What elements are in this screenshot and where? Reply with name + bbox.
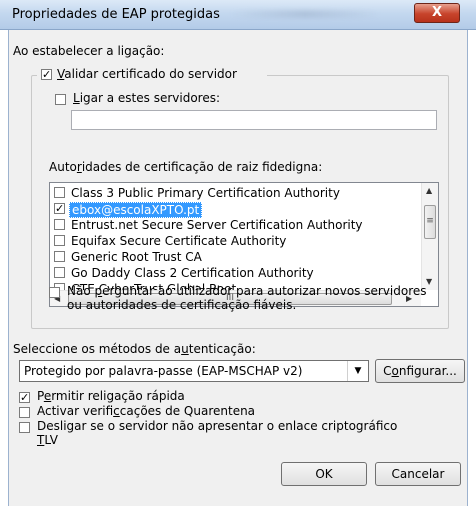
fast-reconnect-checkbox[interactable]: ✓ <box>19 392 30 403</box>
chevron-down-icon[interactable]: ▼ <box>347 361 368 381</box>
list-item-checkbox[interactable] <box>54 251 65 262</box>
connect-servers-checkbox[interactable] <box>55 94 66 105</box>
auth-heading: Seleccione os métodos de autenticação: <box>13 342 256 356</box>
validate-cert-checkbox[interactable]: ✓ <box>41 69 52 80</box>
list-item[interactable]: Generic Root Trust CA <box>54 249 414 265</box>
configure-button[interactable]: Configurar... <box>375 359 465 383</box>
list-item[interactable]: Entrust.net Secure Server Certification … <box>54 217 414 233</box>
disconnect-tlv-checkbox[interactable] <box>19 422 30 433</box>
disconnect-tlv-label-line2: TLV <box>37 433 58 447</box>
scroll-down-icon[interactable]: ▼ <box>426 277 432 286</box>
list-item-checkbox[interactable] <box>54 235 65 246</box>
title-bar[interactable]: Propriedades de EAP protegidas X <box>0 0 476 30</box>
list-item-checkbox[interactable] <box>54 267 65 278</box>
vertical-scrollbar[interactable]: ▲ ≡ ▼ <box>421 183 438 290</box>
list-item[interactable]: Class 3 Public Primary Certification Aut… <box>54 185 414 201</box>
list-item-checkbox[interactable] <box>54 187 65 198</box>
list-item-checkbox[interactable]: ✓ <box>54 203 65 214</box>
auth-method-select[interactable]: Protegido por palavra-passe (EAP-MSCHAP … <box>19 360 369 382</box>
window-title: Propriedades de EAP protegidas <box>12 7 220 22</box>
no-prompt-checkbox[interactable] <box>49 287 60 298</box>
disconnect-tlv-label-line1: Desligar se o servidor não apresentar o … <box>37 419 398 433</box>
list-item-checkbox[interactable] <box>54 219 65 230</box>
cancel-button[interactable]: Cancelar <box>375 462 461 486</box>
no-prompt-label-line1: Não perguntar ao utilizador para autoriz… <box>67 284 427 298</box>
connect-servers-label: Ligar a estes servidores: <box>73 91 221 105</box>
quarantine-label: Activar verificcações de Quarentena <box>37 404 256 418</box>
servers-input[interactable] <box>71 110 437 130</box>
scroll-up-icon[interactable]: ▲ <box>426 186 432 195</box>
list-item[interactable]: Equifax Secure Certificate Authority <box>54 233 414 249</box>
ok-button[interactable]: OK <box>281 462 367 486</box>
title-blur <box>230 10 380 18</box>
root-ca-heading: Autoridades de certificação de raiz fide… <box>49 160 323 174</box>
list-item[interactable]: ✓ ebox@escolaXPTO.pt <box>54 201 414 218</box>
list-item[interactable]: Go Daddy Class 2 Certification Authority <box>54 265 414 281</box>
vertical-scroll-thumb[interactable]: ≡ <box>424 205 436 239</box>
groupbox-legend: ✓ Validar certificado do servidor <box>37 67 267 83</box>
dialog-body: Ao estabelecer a ligação: ✓ Validar cert… <box>8 30 468 506</box>
validate-cert-label: Validar certificado do servidor <box>57 67 237 81</box>
no-prompt-label-line2: ou autoridades de certificação fiáveis. <box>67 298 297 312</box>
auth-method-value: Protegido por palavra-passe (EAP-MSCHAP … <box>24 364 303 378</box>
fast-reconnect-label: Permitir religação rápida <box>37 389 185 403</box>
connection-heading: Ao estabelecer a ligação: <box>13 44 165 58</box>
quarantine-checkbox[interactable] <box>19 407 30 418</box>
close-button[interactable]: X <box>414 3 460 23</box>
